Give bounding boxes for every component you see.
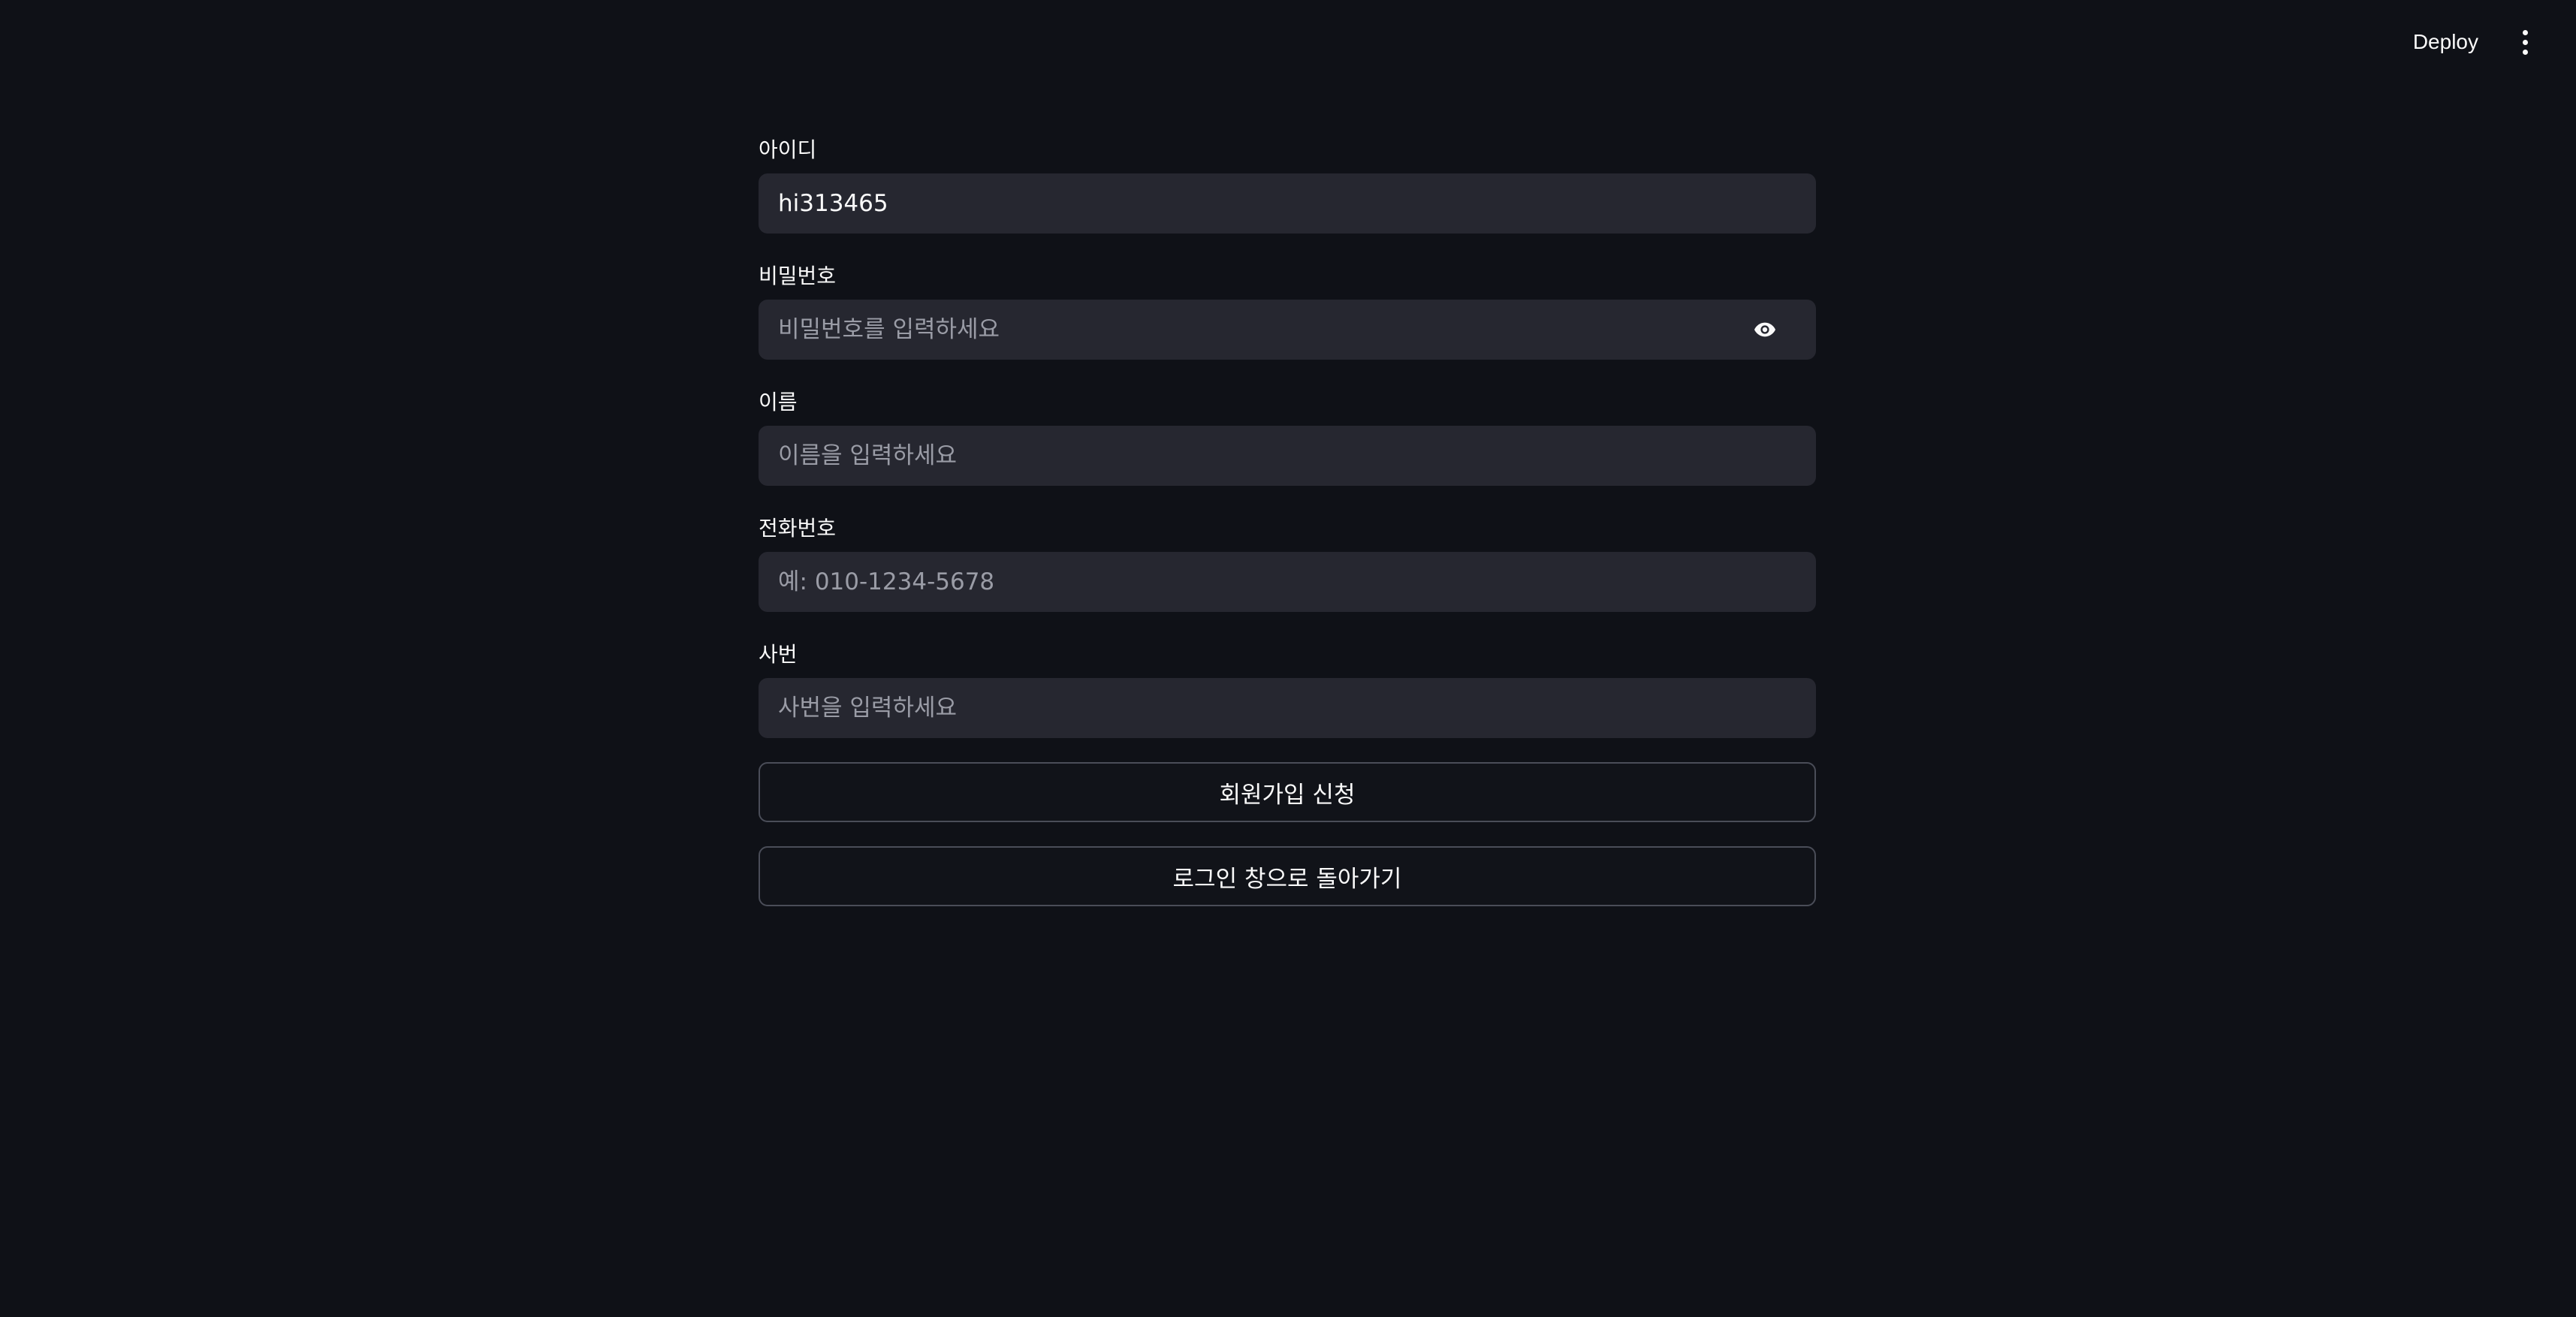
id-input[interactable] <box>759 173 1816 234</box>
employee-id-field-label: 사번 <box>759 642 798 667</box>
menu-dot <box>2522 49 2528 55</box>
name-input-box <box>759 426 1816 486</box>
phone-input[interactable] <box>759 552 1816 612</box>
name-input[interactable] <box>759 426 1816 486</box>
password-field-label: 비밀번호 <box>759 264 837 288</box>
employee-id-field-group: 사번 <box>759 636 1816 738</box>
phone-input-box <box>759 552 1816 612</box>
id-field-group: 아이디 <box>759 131 1816 234</box>
employee-id-input-box <box>759 678 1816 738</box>
name-field-label: 이름 <box>759 390 798 414</box>
back-to-login-button[interactable]: 로그인 창으로 돌아가기 <box>759 846 1816 906</box>
menu-dot <box>2522 39 2528 45</box>
employee-id-input[interactable] <box>759 678 1816 738</box>
password-field-group: 비밀번호 <box>759 258 1816 360</box>
eye-icon[interactable] <box>1750 318 1780 342</box>
name-field-group: 이름 <box>759 384 1816 486</box>
deploy-button[interactable]: Deploy <box>2401 24 2490 60</box>
id-input-box <box>759 173 1816 234</box>
id-field-label: 아이디 <box>759 137 817 162</box>
phone-field-label: 전화번호 <box>759 516 837 541</box>
menu-dot <box>2522 29 2528 35</box>
app-header: Deploy <box>0 0 2576 90</box>
phone-field-group: 전화번호 <box>759 510 1816 612</box>
password-input-box <box>759 300 1816 360</box>
password-input[interactable] <box>759 300 1816 360</box>
more-vertical-icon[interactable] <box>2507 24 2543 60</box>
signup-button[interactable]: 회원가입 신청 <box>759 762 1816 822</box>
signup-form: 아이디 비밀번호 이름 전화번호 사번 회원가입 <box>759 131 1816 906</box>
